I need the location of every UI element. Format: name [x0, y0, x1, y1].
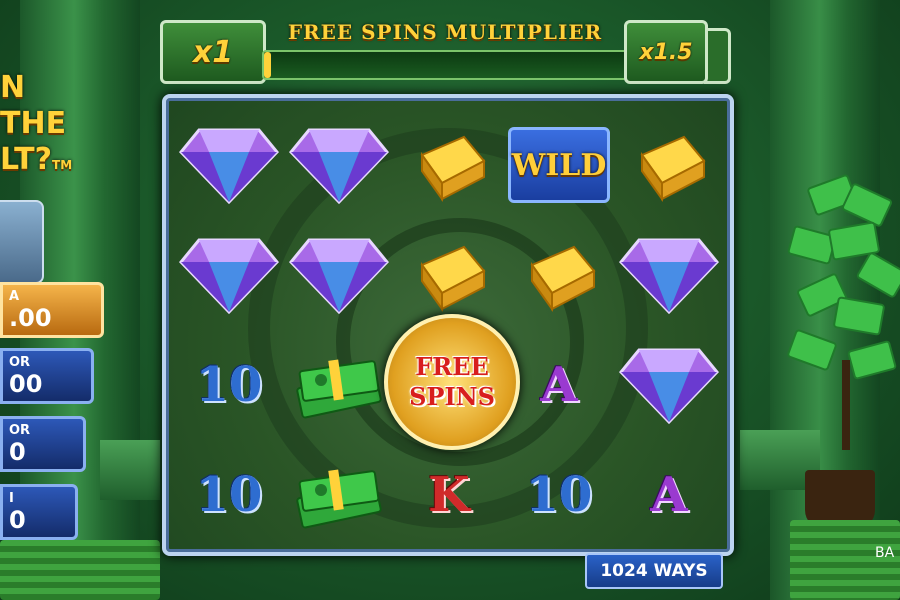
- jackpot-micro: I 0: [0, 484, 78, 540]
- free-spins-multiplier-title: FREE SPINS MULTIPLIER: [287, 20, 603, 44]
- jackpot-value: 00: [9, 369, 43, 398]
- jackpot-major: A .00: [0, 282, 104, 338]
- card-symbol-a: A: [614, 440, 724, 550]
- cash-stack-symbol: [284, 440, 394, 550]
- diamond-symbol: [174, 220, 284, 330]
- multiplier-progress-bar: [262, 50, 628, 80]
- jackpot-name: I: [9, 490, 14, 506]
- symbol-label: K: [428, 467, 470, 523]
- wild-symbol: WILD: [504, 110, 614, 220]
- jackpot-mini: OR 0: [0, 416, 86, 472]
- jackpot-name: A: [9, 288, 20, 304]
- logo-line-2: LT?: [0, 142, 53, 177]
- money-tree: [786, 173, 900, 450]
- cash-pile-left: [0, 540, 160, 600]
- card-symbol-k: K: [394, 440, 504, 550]
- progress-fill: [264, 52, 272, 78]
- diamond-symbol: [284, 220, 394, 330]
- jackpot-value: .00: [9, 303, 52, 332]
- card-symbol-10: 10: [174, 330, 284, 440]
- balance-label: BA: [875, 545, 895, 561]
- symbol-label: A: [650, 467, 688, 523]
- diamond-symbol: [174, 110, 284, 220]
- multiplier-current: x1: [160, 20, 266, 84]
- jackpot-value: 0: [9, 437, 26, 466]
- cash-stack-symbol: [284, 330, 394, 440]
- card-symbol-10: 10: [504, 440, 614, 550]
- gold-bar-symbol: [614, 110, 724, 220]
- jackpot-minor: OR 00: [0, 348, 94, 404]
- safe-icon: [0, 200, 44, 284]
- trademark: TM: [52, 158, 73, 172]
- gold-bar-symbol: [504, 220, 614, 330]
- diamond-symbol: [614, 330, 724, 440]
- free-spins-line-1: FREE: [415, 352, 489, 381]
- symbol-label: 10: [195, 357, 263, 413]
- jackpot-name: OR: [9, 354, 31, 370]
- free-spins-line-2: SPINS: [409, 382, 495, 411]
- symbol-label: 10: [525, 467, 593, 523]
- jackpot-name: OR: [9, 422, 31, 438]
- free-spins-symbol: FREE SPINS: [384, 314, 520, 450]
- multiplier-card-stack: [714, 28, 731, 84]
- symbol-label: 10: [195, 467, 263, 523]
- column-base-left: [100, 440, 160, 500]
- gold-bar-symbol: [394, 110, 504, 220]
- jackpot-value: 0: [9, 505, 26, 534]
- card-symbol-10: 10: [174, 440, 284, 550]
- ways-badge: 1024 WAYS: [585, 553, 723, 589]
- diamond-symbol: [284, 110, 394, 220]
- logo-line-1: N THE: [0, 70, 67, 141]
- reel-frame: WILD 10 A 10 K 10 A FREE SPINS: [162, 94, 734, 556]
- card-symbol-a: A: [504, 330, 614, 440]
- game-logo: N THE LT?TM: [0, 70, 80, 183]
- symbol-label: A: [540, 357, 578, 413]
- wild-label: WILD: [508, 127, 610, 203]
- diamond-symbol: [614, 220, 724, 330]
- multiplier-next: x1.5: [624, 20, 708, 84]
